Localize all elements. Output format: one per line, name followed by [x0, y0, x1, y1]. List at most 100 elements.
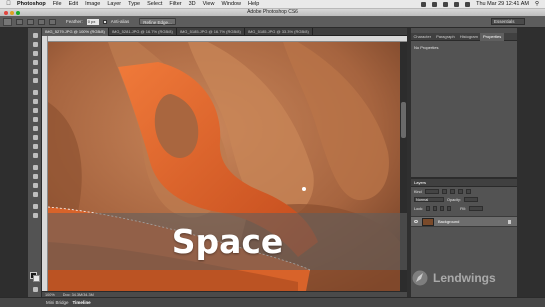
watermark-text: Lendwings — [433, 271, 496, 285]
tab-mini-bridge[interactable]: Mini Bridge — [46, 300, 69, 305]
mac-menu-bar:  Photoshop File Edit Image Layer Type S… — [0, 0, 545, 9]
document-tab[interactable]: IMG_5279.JPG @ 100% (RGB/8) — [42, 28, 109, 36]
lasso-tool-icon[interactable] — [31, 50, 39, 57]
bluetooth-icon[interactable] — [432, 1, 438, 7]
tools-panel — [28, 28, 42, 297]
lock-image-icon[interactable] — [433, 206, 438, 211]
fill-input[interactable] — [468, 206, 483, 211]
doc-size-info[interactable]: Doc: 34.3M/34.3M — [63, 293, 94, 297]
lasso-tool-icon[interactable] — [3, 17, 12, 26]
feather-input[interactable]: 0 px — [86, 18, 99, 25]
dropbox-icon[interactable] — [421, 1, 427, 7]
minimize-window-icon[interactable] — [10, 10, 14, 15]
right-desktop-strip — [517, 28, 545, 297]
left-gutter — [0, 28, 28, 297]
dodge-tool-icon[interactable] — [31, 152, 39, 159]
eraser-tool-icon[interactable] — [31, 125, 39, 132]
lock-position-icon[interactable] — [440, 206, 445, 211]
menu-window[interactable]: Window — [221, 1, 241, 7]
intersect-selection-icon[interactable] — [49, 18, 56, 25]
fill-label: Fill: — [460, 206, 466, 211]
layers-panel-title[interactable]: Layers — [411, 179, 517, 187]
brush-tool-icon[interactable] — [31, 98, 39, 105]
window-title-bar: Adobe Photoshop CS6 — [0, 9, 545, 16]
document-tab[interactable]: IMG_5281.JPG @ 16.7% (RGB/8) — [109, 28, 177, 36]
opacity-label: Opacity: — [447, 197, 461, 202]
menu-type[interactable]: Type — [128, 1, 140, 7]
background-color-swatch[interactable] — [33, 275, 40, 282]
opacity-input[interactable] — [463, 197, 478, 202]
quick-mask-icon[interactable] — [31, 286, 39, 293]
layer-name[interactable]: Background — [438, 219, 459, 224]
eyedropper-tool-icon[interactable] — [31, 77, 39, 84]
volume-icon[interactable] — [454, 1, 460, 7]
healing-brush-tool-icon[interactable] — [31, 89, 39, 96]
tab-timeline[interactable]: Timeline — [73, 300, 91, 305]
type-filter-icon[interactable] — [457, 189, 463, 194]
options-bar: Feather: 0 px Anti-alias Refine Edge... … — [0, 16, 545, 28]
menu-layer[interactable]: Layer — [107, 1, 121, 7]
lendwings-watermark: Lendwings — [412, 270, 496, 286]
kind-filter-label: Kind — [414, 189, 422, 194]
app-menu[interactable]: Photoshop — [17, 1, 46, 7]
kind-filter-select[interactable] — [424, 189, 439, 194]
lock-label: Lock: — [414, 206, 424, 211]
rocket-logo-icon — [412, 270, 428, 286]
menu-edit[interactable]: Edit — [69, 1, 78, 7]
blend-mode-select[interactable]: Normal — [414, 197, 444, 202]
crop-tool-icon[interactable] — [31, 68, 39, 75]
layer-thumbnail — [422, 218, 434, 226]
layer-lock-icon — [508, 220, 511, 224]
tab-paragraph[interactable]: Paragraph — [434, 33, 458, 41]
tab-character[interactable]: Character — [411, 33, 434, 41]
new-selection-icon[interactable] — [16, 18, 23, 25]
shape-tool-icon[interactable] — [31, 191, 39, 198]
apple-icon[interactable]:  — [5, 1, 12, 7]
visibility-eye-icon[interactable] — [414, 220, 418, 223]
workspace-select[interactable]: Essentials — [491, 18, 525, 25]
menu-3d[interactable]: 3D — [189, 1, 196, 7]
path-selection-tool-icon[interactable] — [31, 182, 39, 189]
zoom-tool-icon[interactable] — [31, 212, 39, 219]
caption-text: Space — [171, 222, 284, 261]
move-tool-icon[interactable] — [31, 32, 39, 39]
quick-select-tool-icon[interactable] — [31, 59, 39, 66]
menu-image[interactable]: Image — [85, 1, 100, 7]
hand-tool-icon[interactable] — [31, 203, 39, 210]
refine-edge-button[interactable]: Refine Edge... — [139, 18, 176, 25]
menu-clock[interactable]: Thu Mar 29 12:41 AM — [476, 1, 529, 7]
zoom-level[interactable]: 100% — [45, 293, 55, 297]
clone-stamp-tool-icon[interactable] — [31, 107, 39, 114]
marquee-tool-icon[interactable] — [31, 41, 39, 48]
menu-help[interactable]: Help — [248, 1, 259, 7]
lock-all-icon[interactable] — [447, 206, 452, 211]
pen-tool-icon[interactable] — [31, 164, 39, 171]
pixel-filter-icon[interactable] — [441, 189, 447, 194]
antialias-checkbox[interactable] — [102, 19, 107, 24]
document-tab[interactable]: IMG_5185.JPG @ 33.3% (RGB/8) — [245, 28, 313, 36]
type-tool-icon[interactable] — [31, 173, 39, 180]
adjustment-filter-icon[interactable] — [449, 189, 455, 194]
tab-properties[interactable]: Properties — [480, 33, 504, 41]
history-brush-tool-icon[interactable] — [31, 116, 39, 123]
scrollbar-thumb[interactable] — [401, 102, 406, 138]
shape-filter-icon[interactable] — [465, 189, 471, 194]
document-tab[interactable]: IMG_5185.JPG @ 16.7% (RGB/8) — [177, 28, 245, 36]
battery-icon[interactable] — [465, 1, 471, 7]
add-selection-icon[interactable] — [27, 18, 34, 25]
blur-tool-icon[interactable] — [31, 143, 39, 150]
gradient-tool-icon[interactable] — [31, 134, 39, 141]
spotlight-icon[interactable]: ⚲ — [535, 1, 539, 7]
layer-row[interactable]: Background — [411, 216, 517, 227]
tab-histogram[interactable]: Histogram — [457, 33, 480, 41]
antialias-label: Anti-alias — [110, 19, 130, 24]
lock-transparent-icon[interactable] — [426, 206, 431, 211]
zoom-window-icon[interactable] — [16, 10, 20, 15]
menu-file[interactable]: File — [53, 1, 62, 7]
menu-view[interactable]: View — [203, 1, 215, 7]
subtract-selection-icon[interactable] — [38, 18, 45, 25]
menu-filter[interactable]: Filter — [169, 1, 181, 7]
menu-select[interactable]: Select — [147, 1, 162, 7]
wifi-icon[interactable] — [443, 1, 449, 7]
close-window-icon[interactable] — [4, 10, 8, 15]
